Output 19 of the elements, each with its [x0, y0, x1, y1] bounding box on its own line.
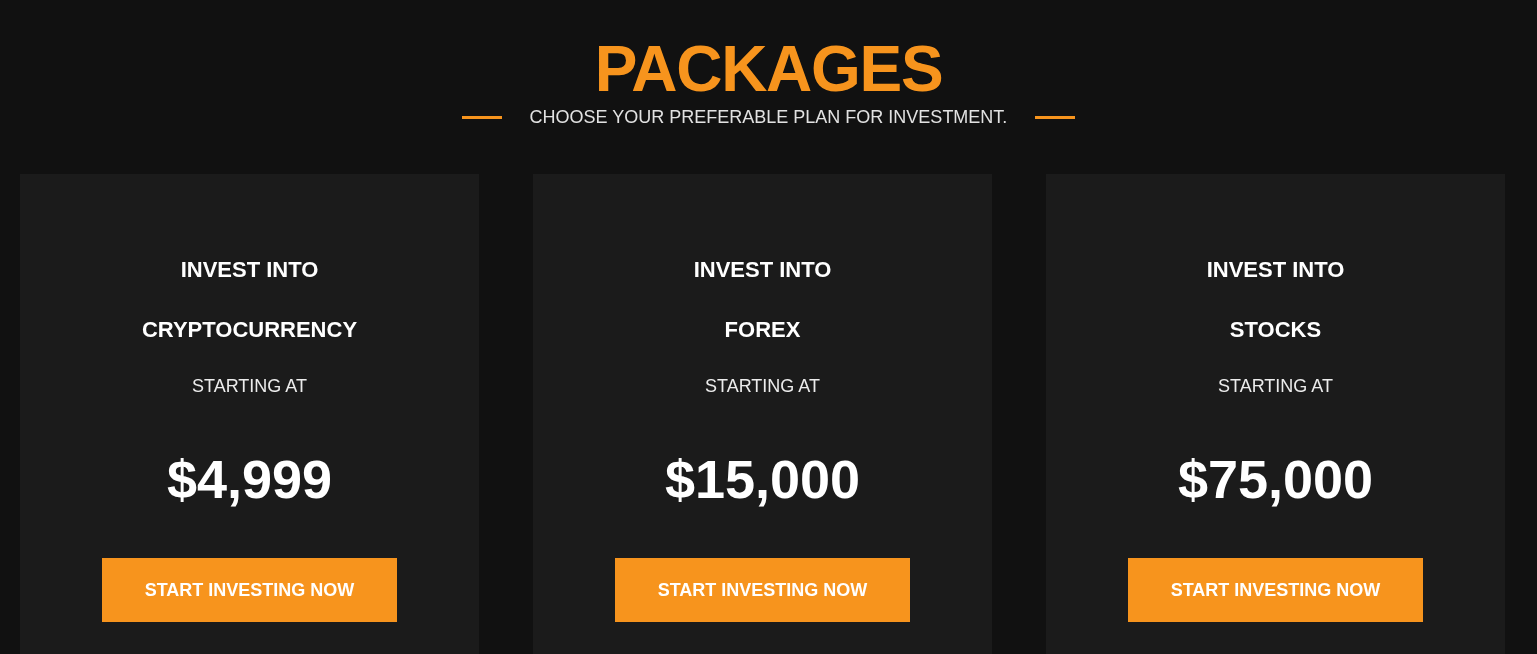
- section-title: PACKAGES: [594, 37, 943, 101]
- price-label: STARTING AT: [192, 375, 307, 398]
- package-category: FOREX: [724, 316, 801, 344]
- package-heading: INVEST INTO: [693, 256, 832, 284]
- package-heading: INVEST INTO: [1206, 256, 1345, 284]
- section-subtitle: CHOOSE YOUR PREFERABLE PLAN FOR INVESTMENT.: [529, 106, 1008, 129]
- package-category: CRYPTOCURRENCY: [141, 316, 358, 344]
- package-price: $75,000: [1177, 449, 1374, 509]
- package-heading: INVEST INTO: [180, 256, 319, 284]
- package-price: $4,999: [166, 449, 333, 509]
- heading-rule: [1035, 115, 1076, 119]
- price-label: STARTING AT: [1218, 375, 1333, 398]
- price-label: STARTING AT: [705, 375, 820, 398]
- package-price: $15,000: [664, 449, 861, 509]
- start-investing-button[interactable]: START INVESTING NOW: [1128, 558, 1423, 622]
- heading-rule: [461, 115, 502, 119]
- package-category: STOCKS: [1229, 316, 1322, 344]
- start-investing-button[interactable]: START INVESTING NOW: [615, 558, 910, 622]
- start-investing-button[interactable]: START INVESTING NOW: [102, 558, 397, 622]
